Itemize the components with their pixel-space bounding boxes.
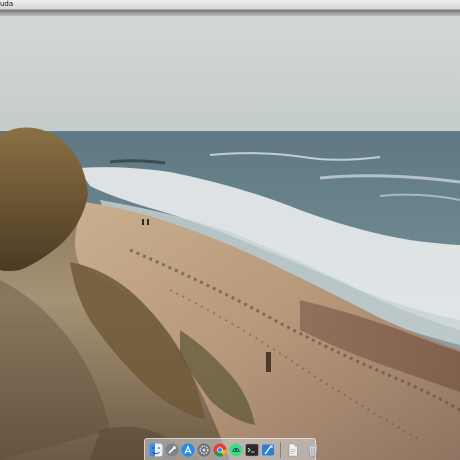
document-icon[interactable] — [286, 443, 300, 457]
chrome-icon[interactable] — [213, 443, 227, 457]
dock-separator — [280, 441, 281, 458]
desktop-wallpaper — [0, 0, 460, 460]
window-edge — [0, 10, 460, 16]
system-preferences-icon[interactable] — [197, 443, 211, 457]
finder-icon[interactable] — [149, 443, 163, 457]
app-menu-title[interactable]: uda — [0, 0, 13, 10]
dock — [144, 438, 318, 460]
terminal-icon[interactable] — [245, 443, 259, 457]
menu-bar: uda — [0, 0, 460, 10]
xcode-icon[interactable] — [261, 443, 275, 457]
trash-icon[interactable] — [306, 443, 320, 457]
app-store-icon[interactable] — [181, 443, 195, 457]
launchpad-icon[interactable] — [165, 443, 179, 457]
android-studio-icon[interactable] — [229, 443, 243, 457]
